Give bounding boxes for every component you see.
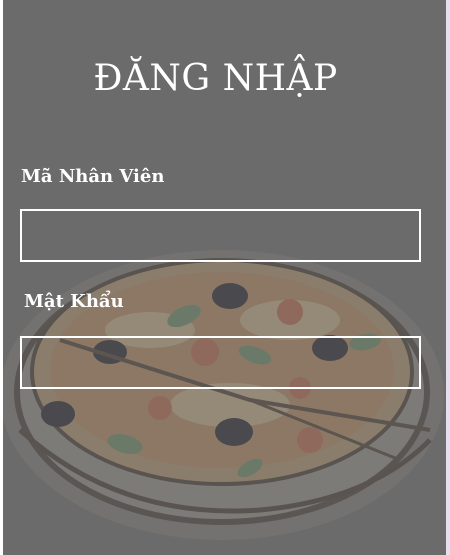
page-title: ĐĂNG NHẬP xyxy=(93,58,338,99)
password-label: Mật Khẩu xyxy=(24,291,124,312)
employee-id-input[interactable] xyxy=(20,209,421,262)
scrollbar-edge xyxy=(446,0,450,555)
login-panel: ĐĂNG NHẬP Mã Nhân Viên Mật Khẩu xyxy=(3,0,446,555)
password-input[interactable] xyxy=(20,336,421,389)
employee-id-label: Mã Nhân Viên xyxy=(21,166,165,187)
